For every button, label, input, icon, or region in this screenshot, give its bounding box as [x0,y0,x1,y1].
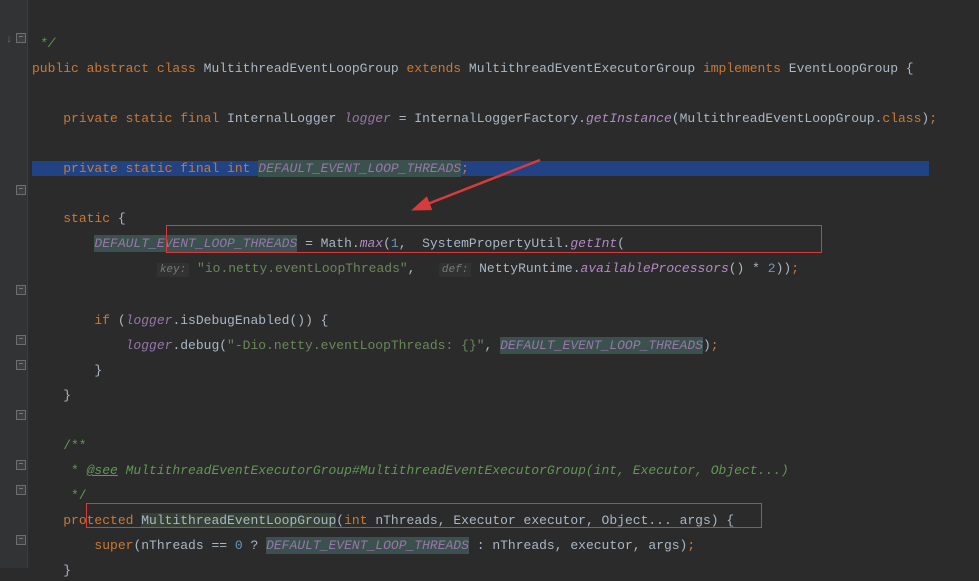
fold-marker[interactable]: − [16,33,26,43]
editor-gutter: − ↓ − − − − − − − − [0,0,28,568]
javadoc-see: * @see MultithreadEventExecutorGroup#Mul… [32,463,789,478]
javadoc-end: */ [32,488,87,503]
fold-marker[interactable]: − [16,360,26,370]
assignment-line: DEFAULT_EVENT_LOOP_THREADS = Math.max(1,… [94,235,625,252]
fold-marker[interactable]: − [16,410,26,420]
close-brace: } [32,563,71,578]
fold-marker[interactable]: − [16,485,26,495]
constructor-line: protected MultithreadEventLoopGroup(int … [63,513,734,528]
param-hint-def: def: [439,263,471,277]
fold-marker[interactable]: − [16,460,26,470]
fold-marker[interactable]: − [16,535,26,545]
static-block-line: static { [63,211,125,226]
params-line: key: "io.netty.eventLoopThreads", def: N… [157,261,799,276]
comment-end: */ [32,36,55,51]
highlighted-line: private static final int DEFAULT_EVENT_L… [32,161,929,176]
javadoc-see-tag: @see [87,463,118,478]
fold-marker[interactable]: − [16,335,26,345]
fold-marker[interactable]: − [16,285,26,295]
class-decl-line: public abstract class MultithreadEventLo… [32,61,914,76]
javadoc-start: /** [32,438,87,453]
if-line: if (logger.isDebugEnabled()) { [94,313,328,328]
super-call-line: super(nThreads == 0 ? DEFAULT_EVENT_LOOP… [94,537,695,554]
logger-field-line: private static final InternalLogger logg… [63,111,937,126]
debug-line: logger.debug("-Dio.netty.eventLoopThread… [126,337,719,354]
close-brace: } [32,388,71,403]
code-editor[interactable]: */ public abstract class MultithreadEven… [32,0,979,581]
override-icon[interactable]: ↓ [3,34,15,46]
close-brace: } [32,363,102,378]
selected-identifier: DEFAULT_EVENT_LOOP_THREADS [258,160,461,177]
fold-marker[interactable]: − [16,185,26,195]
param-hint-key: key: [157,263,189,277]
